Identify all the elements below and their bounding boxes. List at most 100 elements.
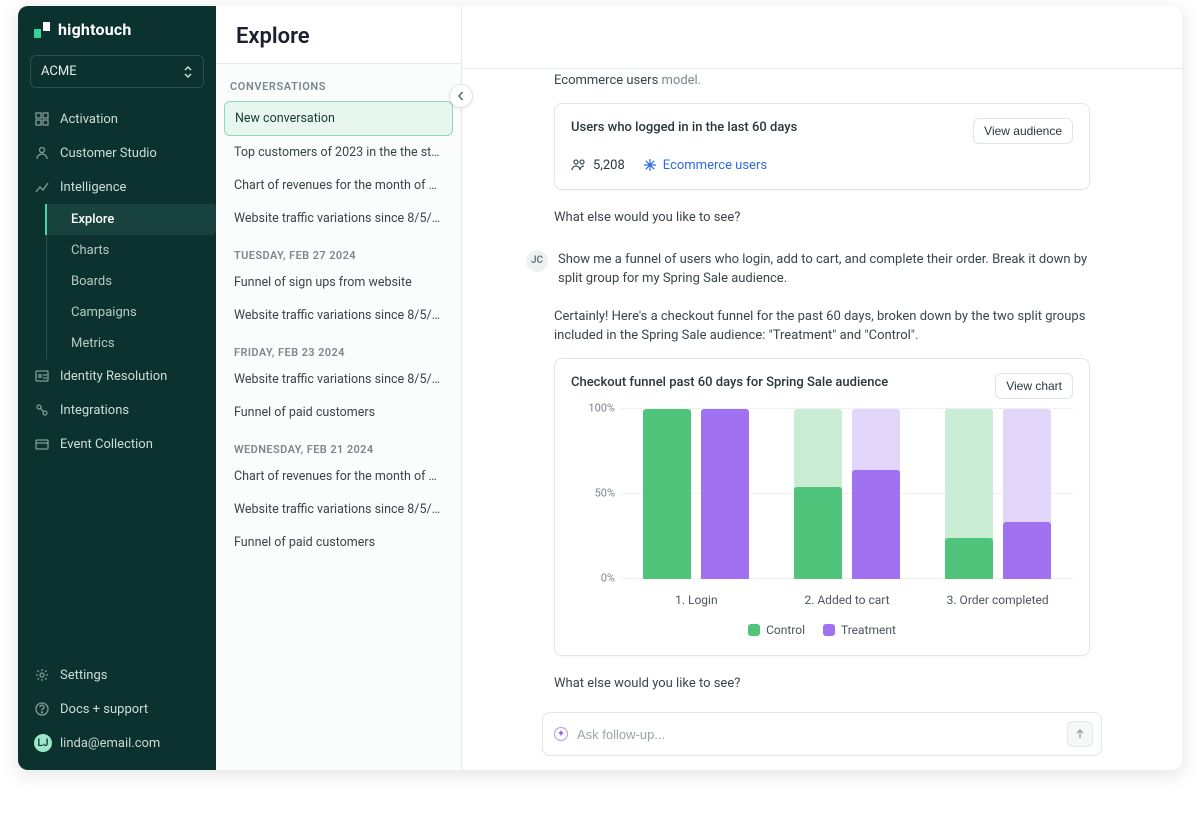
collapse-panel-button[interactable] <box>449 84 473 108</box>
chart-bar <box>945 409 993 579</box>
send-button[interactable] <box>1067 721 1093 747</box>
chart-bar <box>701 409 749 579</box>
users-icon <box>571 158 587 172</box>
view-audience-button[interactable]: View audience <box>973 118 1073 144</box>
conversation-item[interactable]: Funnel of paid customers <box>224 396 453 429</box>
subnav-explore[interactable]: Explore <box>45 204 216 235</box>
user-avatar: JC <box>526 250 548 272</box>
conversation-item[interactable]: Funnel of sign ups from website <box>224 266 453 299</box>
chart-y-tick: 0% <box>573 570 615 587</box>
chat-thread: Ecommerce users model. Users who logged … <box>542 69 1102 693</box>
chart-bar-group <box>621 409 772 579</box>
view-chart-button[interactable]: View chart <box>995 373 1073 399</box>
arrow-up-icon <box>1074 728 1086 740</box>
conversation-date-heading: FRIDAY, FEB 23 2024 <box>224 332 453 363</box>
app-frame: hightouch ACME Activation Customer Studi… <box>18 6 1182 770</box>
conversation-item[interactable]: Top customers of 2023 in the the state o… <box>224 136 453 169</box>
nav-label: Docs + support <box>60 702 148 717</box>
assistant-message: Certainly! Here's a checkout funnel for … <box>554 307 1090 346</box>
audience-card-title: Users who logged in in the last 60 days <box>571 118 797 138</box>
help-icon <box>34 701 50 717</box>
assistant-followup: What else would you like to see? <box>554 208 1090 228</box>
composer-area <box>462 704 1182 770</box>
sparkle-icon <box>553 726 569 742</box>
nav-label: Integrations <box>60 403 129 418</box>
chevron-updown-icon <box>183 65 193 79</box>
sidebar: hightouch ACME Activation Customer Studi… <box>18 6 216 770</box>
subnav-campaigns[interactable]: Campaigns <box>46 297 216 328</box>
nav-label: Activation <box>60 112 118 127</box>
nav-label: Customer Studio <box>60 146 157 161</box>
workspace-selector[interactable]: ACME <box>30 55 204 88</box>
audience-count: 5,208 <box>571 156 625 176</box>
page-title-bar: Explore <box>216 6 461 64</box>
chat-scroll[interactable]: Ecommerce users model. Users who logged … <box>462 69 1182 704</box>
user-email: linda@email.com <box>60 736 160 751</box>
nav-label: Identity Resolution <box>60 369 167 384</box>
user-message-text: Show me a funnel of users who login, add… <box>558 250 1090 289</box>
current-user[interactable]: LJ linda@email.com <box>18 726 216 760</box>
composer <box>542 712 1102 756</box>
nav-settings[interactable]: Settings <box>18 658 216 692</box>
conversation-item[interactable]: Website traffic variations since 8/5/23 <box>224 202 453 235</box>
nav-customer-studio[interactable]: Customer Studio <box>18 136 216 170</box>
chart-bar-group <box>772 409 923 579</box>
audience-model-link[interactable]: Ecommerce users <box>643 156 767 176</box>
conversation-item[interactable]: Funnel of paid customers <box>224 526 453 559</box>
identity-icon <box>34 368 50 384</box>
chart-bar <box>852 409 900 579</box>
subnav-charts[interactable]: Charts <box>46 235 216 266</box>
nav-intelligence[interactable]: Intelligence <box>18 170 216 204</box>
conversations-header: CONVERSATIONS <box>216 64 461 101</box>
nav-intelligence-children: Explore Charts Boards Campaigns Metrics <box>44 204 216 359</box>
chart-bar <box>1003 409 1051 579</box>
subnav-metrics[interactable]: Metrics <box>46 328 216 359</box>
customer-studio-icon <box>34 145 50 161</box>
nav-identity-resolution[interactable]: Identity Resolution <box>18 359 216 393</box>
chat-main: Ecommerce users model. Users who logged … <box>462 6 1182 770</box>
chart-y-tick: 50% <box>573 485 615 502</box>
chart-bar-group <box>922 409 1073 579</box>
legend-swatch <box>823 624 835 636</box>
subnav-boards[interactable]: Boards <box>46 266 216 297</box>
activation-icon <box>34 111 50 127</box>
funnel-chart: 0%50%100% 1. Login2. Added to cart3. Ord… <box>571 409 1073 641</box>
main-header-spacer <box>462 6 1182 69</box>
audience-card: Users who logged in in the last 60 days … <box>554 103 1090 191</box>
chart-x-label: 3. Order completed <box>922 583 1073 609</box>
chart-x-label: 1. Login <box>621 583 772 609</box>
nav-integrations[interactable]: Integrations <box>18 393 216 427</box>
chart-card: Checkout funnel past 60 days for Spring … <box>554 358 1090 656</box>
nav-docs-support[interactable]: Docs + support <box>18 692 216 726</box>
gear-icon <box>34 667 50 683</box>
assistant-message: Ecommerce users model. <box>554 69 1090 91</box>
workspace-name: ACME <box>41 64 77 79</box>
event-collection-icon <box>34 436 50 452</box>
chart-bar <box>643 409 691 579</box>
conversation-item[interactable]: Chart of revenues for the month of Octob… <box>224 169 453 202</box>
conversation-item[interactable]: Website traffic variations since 8/5/23 <box>224 493 453 526</box>
nav-label: Settings <box>60 668 107 683</box>
nav-activation[interactable]: Activation <box>18 102 216 136</box>
conversation-item[interactable]: Website traffic variations since 8/5/23 <box>224 299 453 332</box>
chart-card-title: Checkout funnel past 60 days for Spring … <box>571 373 888 393</box>
followup-input[interactable] <box>577 727 1059 742</box>
brand-name: hightouch <box>58 20 132 39</box>
conversation-new[interactable]: New conversation <box>224 101 453 136</box>
conversations-panel: Explore CONVERSATIONS New conversation T… <box>216 6 462 770</box>
conversations-list: New conversation Top customers of 2023 i… <box>216 101 461 579</box>
nav-label: Event Collection <box>60 437 153 452</box>
chevron-left-icon <box>456 91 466 101</box>
conversation-date-heading: WEDNESDAY, FEB 21 2024 <box>224 429 453 460</box>
chart-bar <box>794 409 842 579</box>
conversation-item[interactable]: Website traffic variations since 8/5/23 <box>224 363 453 396</box>
chart-legend-item: Treatment <box>823 621 896 639</box>
primary-nav: Activation Customer Studio Intelligence … <box>18 102 216 648</box>
snowflake-icon <box>643 158 657 172</box>
nav-event-collection[interactable]: Event Collection <box>18 427 216 461</box>
conversation-item[interactable]: Chart of revenues for the month of Octob… <box>224 460 453 493</box>
chart-y-tick: 100% <box>573 400 615 417</box>
nav-label: Intelligence <box>60 180 126 195</box>
chart-legend-item: Control <box>748 621 805 639</box>
chart-bars <box>621 409 1073 579</box>
